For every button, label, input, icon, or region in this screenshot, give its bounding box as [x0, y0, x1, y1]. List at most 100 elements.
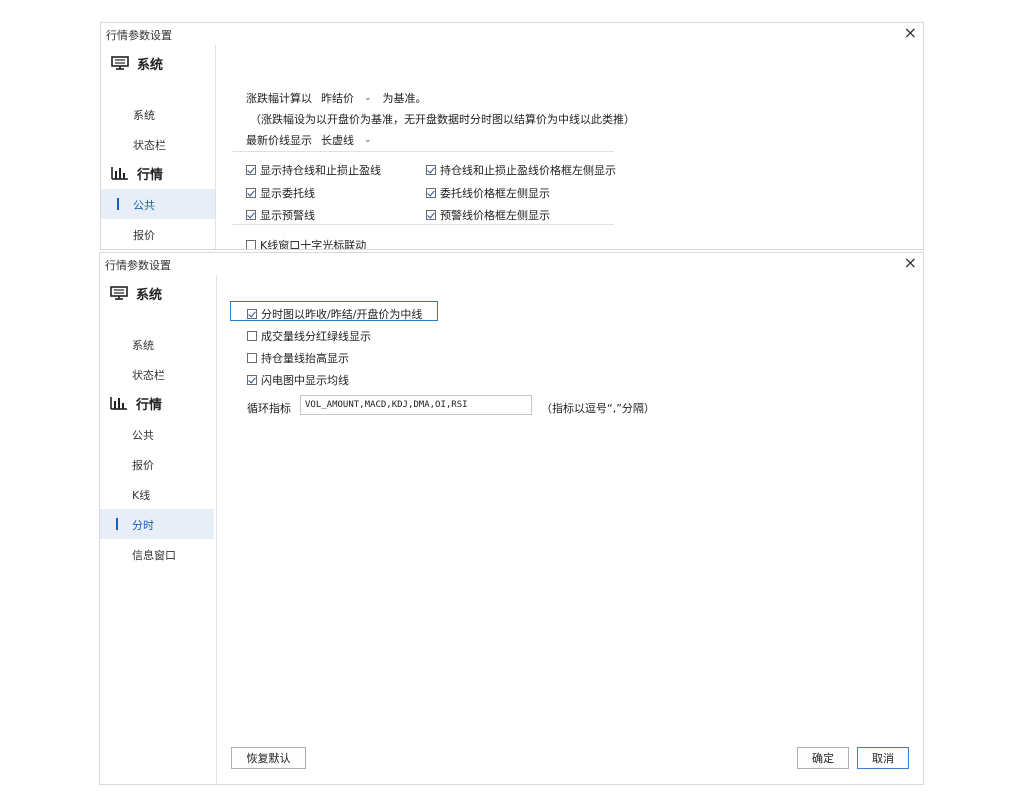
chevron-down-icon: ⌄ [364, 93, 372, 103]
checkbox-show-alert-lines[interactable]: 显示预警线 [246, 207, 315, 223]
nav-item-quote[interactable]: 报价 [100, 449, 214, 479]
close-icon[interactable]: × [904, 24, 917, 42]
restore-defaults-button[interactable]: 恢复默认 [231, 747, 306, 769]
nav-item-info-window[interactable]: 信息窗口 [100, 539, 214, 569]
checkbox-oi-raised[interactable]: 持仓量线抬高显示 [247, 350, 349, 366]
nav-item-label: 公共 [132, 429, 154, 442]
latest-line-row: 最新价线显示 长虚线 ⌄ [246, 131, 383, 149]
settings-dialog: 行情参数设置 × 系统 系统 状态栏 行情 公共 报价 K线 分时 信息窗口 分… [99, 252, 924, 785]
nav-item-system[interactable]: 系统 [100, 329, 214, 359]
sidebar: 系统 系统 状态栏 行情 公共 报价 K线 分时 信息窗口 [100, 275, 217, 784]
nav-item-kline[interactable]: K线 [100, 479, 214, 509]
checkbox-icon [246, 165, 256, 175]
sidebar: 系统 系统 状态栏 行情 公共 报价 K线 [101, 45, 216, 249]
nav-group-market[interactable]: 行情 [110, 393, 162, 413]
dialog-title: 行情参数设置 [105, 259, 171, 272]
change-basis-row: 涨跌幅计算以 昨结价 ⌄ 为基准。 [246, 89, 427, 107]
cycle-indicator-input[interactable]: VOL_AMOUNT,MACD,KDJ,DMA,OI,RSI [300, 395, 532, 415]
checkbox-icon [247, 331, 257, 341]
nav-group-market[interactable]: 行情 [111, 163, 163, 183]
checkbox-icon [247, 309, 257, 319]
change-basis-select[interactable]: 昨结价 ⌄ [316, 89, 377, 107]
chevron-down-icon: ⌄ [364, 135, 372, 145]
checkbox-label: 显示委托线 [260, 187, 315, 200]
bar-chart-icon [110, 396, 128, 410]
cycle-indicator-label: 循环指标 [247, 402, 291, 415]
select-value: 昨结价 [321, 92, 354, 105]
checkbox-icon [246, 210, 256, 220]
change-basis-suffix: 为基准。 [382, 92, 427, 105]
nav-item-label: 系统 [132, 339, 154, 352]
checkbox-label: K线窗口十字光标联动 [260, 239, 367, 250]
nav-item-quote[interactable]: 报价 [101, 219, 215, 249]
nav-item-label: 状态栏 [133, 139, 166, 152]
checkbox-icon [247, 375, 257, 385]
nav-item-timeshare[interactable]: 分时 [100, 509, 214, 539]
monitor-icon [111, 56, 129, 70]
latest-line-label: 最新价线显示 [246, 134, 312, 147]
nav-item-label: 报价 [132, 459, 154, 472]
checkbox-icon [426, 188, 436, 198]
nav-group-label: 系统 [136, 287, 163, 303]
checkbox-flash-chart-ma[interactable]: 闪电图中显示均线 [247, 372, 349, 388]
checkbox-alert-price-left[interactable]: 预警线价格框左侧显示 [426, 207, 550, 223]
nav-item-label: K线 [132, 489, 151, 502]
checkbox-icon [246, 240, 256, 249]
checkbox-icon [426, 210, 436, 220]
title-bar: 行情参数设置 × [101, 23, 923, 45]
checkbox-kline-crosshair-link[interactable]: K线窗口十字光标联动 [246, 237, 367, 250]
settings-dialog-back: 行情参数设置 × 系统 系统 状态栏 行情 公共 报价 K [100, 22, 924, 250]
nav-item-label: 报价 [133, 229, 155, 242]
nav-item-label: 分时 [132, 519, 154, 532]
active-indicator [117, 198, 119, 210]
nav-group-label: 行情 [137, 167, 164, 183]
checkbox-position-price-left[interactable]: 持仓线和止损止盈线价格框左侧显示 [426, 162, 616, 178]
checkbox-timeshare-midline[interactable]: 分时图以昨收/昨结/开盘价为中线 [247, 306, 422, 322]
nav-item-statusbar[interactable]: 状态栏 [101, 129, 215, 159]
checkbox-icon [246, 188, 256, 198]
checkbox-label: 持仓量线抬高显示 [261, 352, 349, 365]
checkbox-label: 显示预警线 [260, 209, 315, 222]
change-basis-label: 涨跌幅计算以 [246, 92, 312, 105]
nav-item-statusbar[interactable]: 状态栏 [100, 359, 214, 389]
nav-item-kline[interactable]: K线 [101, 249, 215, 250]
nav-item-label: 公共 [133, 199, 155, 212]
checkbox-label: 预警线价格框左侧显示 [440, 209, 550, 222]
nav-item-system[interactable]: 系统 [101, 99, 215, 129]
nav-item-label: 状态栏 [132, 369, 165, 382]
checkbox-icon [247, 353, 257, 363]
nav-group-label: 系统 [137, 57, 164, 73]
divider [232, 151, 614, 152]
title-bar: 行情参数设置 × [100, 253, 923, 275]
nav-item-label: 信息窗口 [132, 549, 176, 562]
select-value: 长虚线 [321, 134, 354, 147]
nav-item-common[interactable]: 公共 [101, 189, 215, 219]
checkbox-label: 成交量线分红绿线显示 [261, 330, 371, 343]
checkbox-order-price-left[interactable]: 委托线价格框左侧显示 [426, 185, 550, 201]
checkbox-label: 显示持仓线和止损止盈线 [260, 164, 381, 177]
nav-group-system[interactable]: 系统 [110, 283, 162, 303]
checkbox-show-order-lines[interactable]: 显示委托线 [246, 185, 315, 201]
nav-group-label: 行情 [136, 397, 163, 413]
dialog-title: 行情参数设置 [106, 29, 172, 42]
checkbox-volume-red-green[interactable]: 成交量线分红绿线显示 [247, 328, 371, 344]
content-panel: 分时图以昨收/昨结/开盘价为中线 成交量线分红绿线显示 持仓量线抬高显示 闪电图… [217, 275, 923, 784]
bar-chart-icon [111, 166, 129, 180]
change-basis-note: （涨跌幅设为以开盘价为基准，无开盘数据时分时图以结算价为中线以此类推） [250, 113, 635, 126]
checkbox-label: 分时图以昨收/昨结/开盘价为中线 [261, 308, 423, 321]
monitor-icon [110, 286, 128, 300]
ok-button[interactable]: 确定 [797, 747, 849, 769]
checkbox-label: 闪电图中显示均线 [261, 374, 349, 387]
content-panel: 涨跌幅计算以 昨结价 ⌄ 为基准。 （涨跌幅设为以开盘价为基准，无开盘数据时分时… [216, 45, 923, 249]
nav-group-system[interactable]: 系统 [111, 53, 163, 73]
nav-item-label: 系统 [133, 109, 155, 122]
close-icon[interactable]: × [904, 254, 917, 272]
checkbox-show-position-lines[interactable]: 显示持仓线和止损止盈线 [246, 162, 381, 178]
checkbox-label: 委托线价格框左侧显示 [440, 187, 550, 200]
latest-line-select[interactable]: 长虚线 ⌄ [316, 131, 377, 149]
divider [232, 224, 614, 225]
cycle-indicator-hint: （指标以逗号“,”分隔） [541, 402, 655, 415]
checkbox-label: 持仓线和止损止盈线价格框左侧显示 [440, 164, 616, 177]
cancel-button[interactable]: 取消 [857, 747, 909, 769]
nav-item-common[interactable]: 公共 [100, 419, 214, 449]
